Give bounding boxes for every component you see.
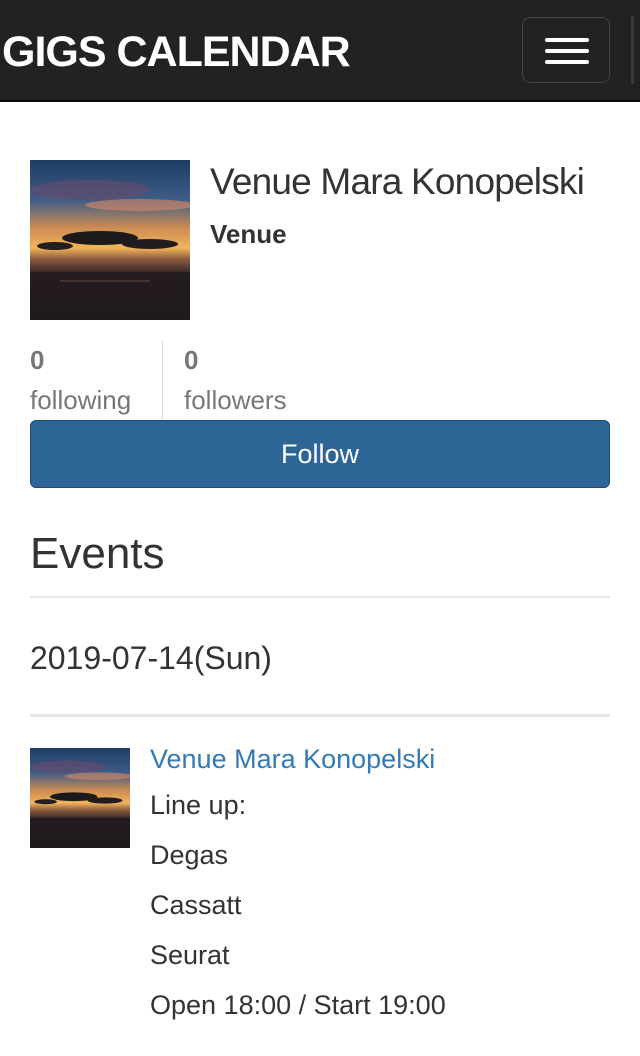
hamburger-bar: [545, 60, 589, 64]
followers-label: followers: [184, 385, 287, 415]
event-item: Venue Mara Konopelski Line up: Degas Cas…: [150, 738, 610, 1030]
hamburger-menu-button[interactable]: [522, 17, 610, 83]
hamburger-menu-icon: [545, 38, 589, 42]
event-venue-link[interactable]: Venue Mara Konopelski: [150, 738, 610, 780]
divider: [30, 596, 610, 598]
brand-logo-text[interactable]: GIGS CALENDAR: [2, 26, 351, 78]
following-stat[interactable]: 0 following: [30, 340, 131, 420]
sunset-photo-icon: [30, 748, 130, 848]
divider: [30, 714, 610, 717]
events-heading: Events: [30, 529, 165, 578]
following-count: 0: [30, 345, 45, 375]
venue-name: Venue Mara Konopelski: [210, 161, 585, 202]
followers-stat[interactable]: 0 followers: [184, 340, 287, 420]
navbar-edge: [631, 16, 634, 84]
event-venue-image[interactable]: [30, 748, 130, 848]
following-label: following: [30, 385, 132, 415]
follow-button[interactable]: Follow: [30, 420, 610, 488]
lineup-artist: Cassatt: [150, 890, 242, 920]
venue-profile-image: [30, 160, 190, 320]
hamburger-bar: [545, 49, 589, 53]
stats-divider: [162, 340, 163, 420]
venue-type-label: Venue: [210, 219, 287, 249]
top-navbar: GIGS CALENDAR: [0, 0, 640, 102]
lineup-label: Line up:: [150, 790, 247, 820]
event-times: Open 18:00 / Start 19:00: [150, 990, 446, 1020]
lineup-artist: Degas: [150, 840, 229, 870]
followers-count: 0: [184, 345, 199, 375]
event-date-heading: 2019-07-14(Sun): [30, 640, 272, 676]
sunset-photo-icon: [30, 160, 190, 320]
lineup-artist: Seurat: [150, 940, 230, 970]
